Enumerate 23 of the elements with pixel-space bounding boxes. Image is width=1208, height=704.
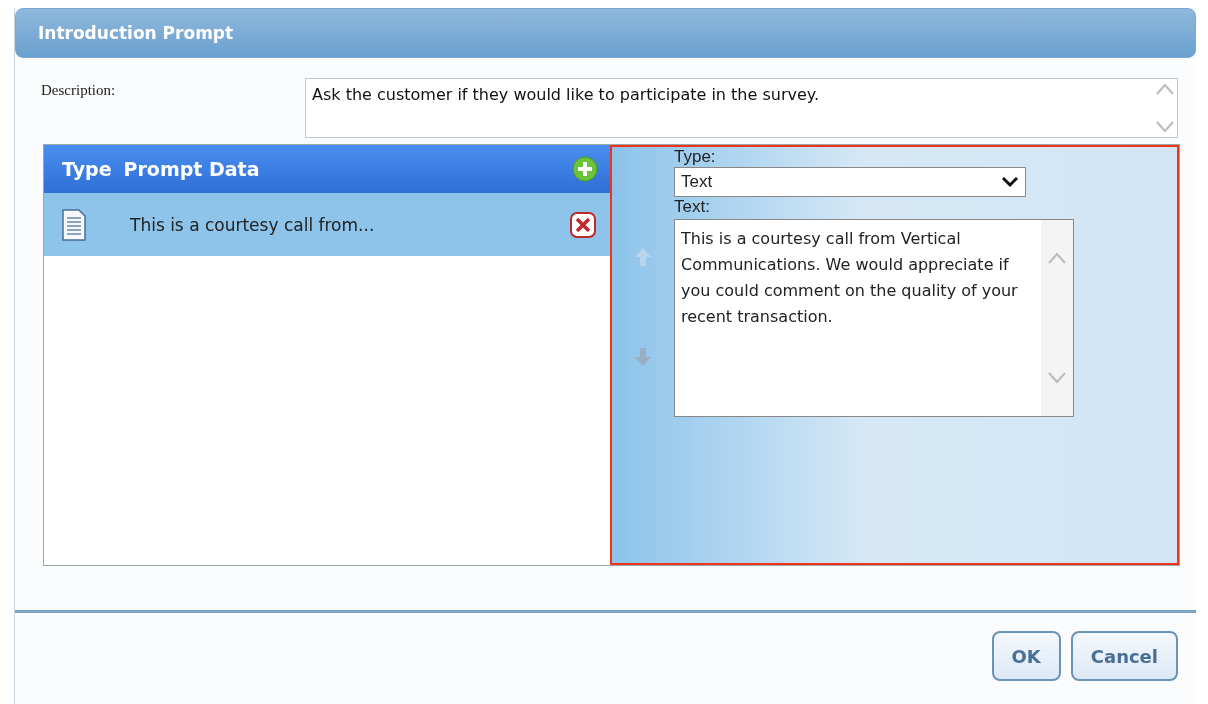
- list-row[interactable]: This is a courtesy call from...: [44, 193, 610, 256]
- description-label: Description:: [41, 81, 117, 100]
- down-arrow-icon[interactable]: [634, 347, 652, 367]
- scroll-down-icon[interactable]: [1047, 372, 1067, 384]
- text-area[interactable]: This is a courtesy call from Vertical Communications. We would appreciate if you could comment on the quality of your recent transaction.: [674, 219, 1074, 417]
- chevron-down-icon: [1001, 176, 1019, 188]
- description-field[interactable]: Ask the customer if they would like to participate in the survey.: [305, 78, 1178, 138]
- dialog-button[interactable]: Cancel: [1070, 631, 1178, 681]
- scroll-up-icon[interactable]: [1155, 83, 1175, 95]
- text-label: Text:: [674, 197, 711, 217]
- window-title: Introduction Prompt: [38, 23, 234, 43]
- dialog-button[interactable]: OK: [991, 631, 1061, 681]
- type-dropdown[interactable]: Text: [674, 167, 1026, 197]
- document-icon: [62, 208, 86, 241]
- scroll-down-icon[interactable]: [1155, 121, 1175, 133]
- column-header: Prompt Data: [123, 158, 260, 180]
- scroll-up-icon[interactable]: [1047, 252, 1067, 264]
- add-icon[interactable]: [572, 156, 598, 182]
- column-header: Type: [62, 158, 112, 180]
- delete-icon[interactable]: [570, 211, 596, 238]
- prompt-text: This is a courtesy call from...: [130, 214, 375, 235]
- up-arrow-icon[interactable]: [634, 247, 652, 267]
- type-label: Type:: [674, 147, 717, 167]
